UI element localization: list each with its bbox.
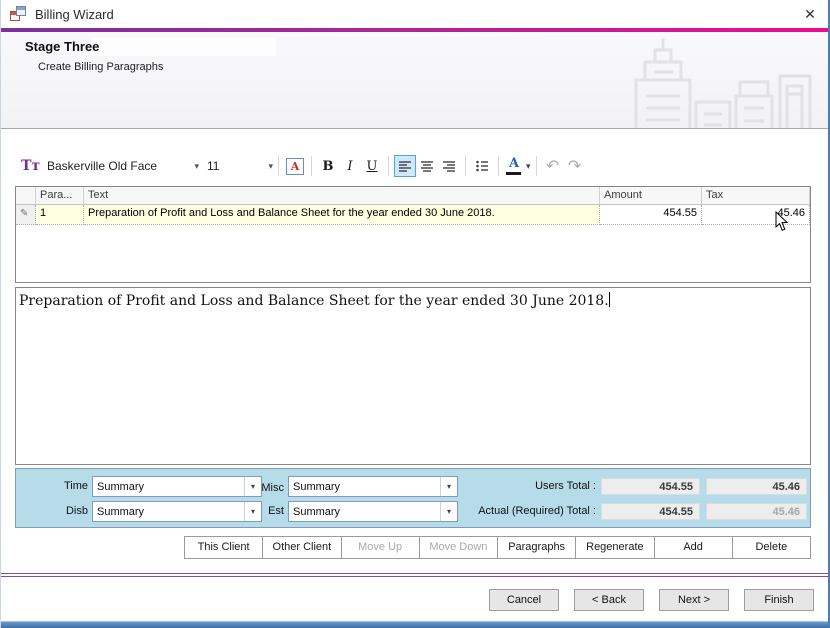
time-value: Summary (93, 481, 244, 493)
bold-button[interactable]: B (317, 155, 339, 177)
paragraph-grid: Para... Text Amount Tax ✎ 1 Preparation … (15, 186, 811, 283)
actual-total-amount: 454.55 (601, 503, 700, 520)
pencil-icon: ✎ (16, 205, 36, 225)
align-right-icon (442, 160, 456, 172)
redo-button[interactable]: ↷ (564, 156, 586, 176)
align-left-icon (398, 160, 412, 172)
separator-line (1, 573, 828, 577)
next-button[interactable]: Next > (659, 589, 729, 611)
finish-button[interactable]: Finish (744, 589, 814, 611)
users-total-tax: 45.46 (706, 478, 807, 495)
underline-button[interactable]: U (361, 155, 383, 177)
back-button[interactable]: < Back (574, 589, 644, 611)
column-header-amount[interactable]: Amount (600, 187, 702, 205)
font-name-value: Baskerville Old Face (47, 159, 186, 173)
action-button-row: This Client Other Client Move Up Move Do… (184, 536, 811, 559)
window-title: Billing Wizard (35, 7, 114, 22)
cell-para[interactable]: 1 (36, 205, 84, 225)
font-size-select[interactable]: 11 ▾ (207, 159, 273, 173)
italic-button[interactable]: I (339, 155, 361, 177)
misc-label: Misc (240, 482, 284, 494)
actual-total-tax: 45.46 (706, 503, 807, 520)
users-total-label: Users Total : (396, 480, 596, 492)
move-down-button: Move Down (419, 536, 498, 559)
regenerate-button[interactable]: Regenerate (575, 536, 654, 559)
this-client-button[interactable]: This Client (184, 536, 263, 559)
column-header-text[interactable]: Text (84, 187, 600, 205)
other-client-button[interactable]: Other Client (262, 536, 341, 559)
window-bottom-edge (1, 621, 828, 628)
bullet-list-icon (475, 160, 489, 172)
est-label: Est (240, 505, 284, 517)
chevron-down-icon: ▾ (194, 161, 199, 172)
time-select[interactable]: Summary ▾ (92, 476, 262, 497)
table-row[interactable]: ✎ 1 Preparation of Profit and Loss and B… (16, 205, 810, 225)
format-toolbar: Tт Baskerville Old Face ▾ 11 ▾ A B I U (21, 150, 586, 182)
align-center-button[interactable] (416, 155, 438, 177)
align-right-button[interactable] (438, 155, 460, 177)
cell-text[interactable]: Preparation of Profit and Loss and Balan… (84, 205, 600, 225)
chevron-down-icon: ▾ (268, 161, 273, 172)
app-icon (10, 6, 26, 22)
font-icon: Tт (21, 158, 47, 174)
disb-label: Disb (44, 505, 88, 517)
mouse-pointer (775, 211, 789, 232)
add-button[interactable]: Add (654, 536, 733, 559)
text-caret (609, 292, 610, 307)
editor-text: Preparation of Profit and Loss and Balan… (19, 293, 609, 309)
billing-wizard-window: Billing Wizard ✕ Stage Three Create Bill… (0, 0, 830, 628)
paragraph-editor[interactable]: Preparation of Profit and Loss and Balan… (15, 287, 811, 465)
move-up-button: Move Up (341, 536, 420, 559)
undo-button[interactable]: ↶ (542, 156, 564, 176)
cell-amount[interactable]: 454.55 (600, 205, 702, 225)
delete-button[interactable]: Delete (732, 536, 811, 559)
cell-tax[interactable]: 45.46 (702, 205, 810, 225)
row-selector-header (16, 187, 36, 205)
disb-value: Summary (93, 506, 244, 518)
font-size-value: 11 (207, 159, 260, 173)
time-label: Time (44, 480, 88, 492)
bullet-list-button[interactable] (471, 155, 493, 177)
paragraphs-button[interactable]: Paragraphs (497, 536, 576, 559)
grid-header-row: Para... Text Amount Tax (16, 187, 810, 205)
wizard-header: Stage Three Create Billing Paragraphs (1, 32, 828, 129)
title-bar: Billing Wizard ✕ (1, 0, 828, 28)
font-color-dropdown-icon[interactable]: ▾ (526, 161, 531, 172)
stage-title: Stage Three (25, 39, 99, 54)
align-left-button[interactable] (394, 155, 416, 177)
stage-band (91, 38, 276, 56)
stage-subtitle: Create Billing Paragraphs (38, 61, 163, 73)
align-center-icon (420, 160, 434, 172)
city-skyline-graphic (618, 36, 814, 129)
disb-select[interactable]: Summary ▾ (92, 501, 262, 522)
font-color-button[interactable]: A (504, 155, 524, 177)
column-header-para[interactable]: Para... (36, 187, 84, 205)
column-header-tax[interactable]: Tax (702, 187, 810, 205)
cancel-button[interactable]: Cancel (489, 589, 559, 611)
users-total-amount: 454.55 (601, 478, 700, 495)
summary-panel: Time Summary ▾ Disb Summary ▾ Misc Summa… (15, 468, 811, 528)
actual-total-label: Actual (Required) Total : (396, 505, 596, 517)
font-dialog-icon[interactable]: A (286, 158, 304, 175)
font-name-select[interactable]: Baskerville Old Face ▾ (47, 159, 199, 173)
close-icon[interactable]: ✕ (796, 4, 824, 24)
